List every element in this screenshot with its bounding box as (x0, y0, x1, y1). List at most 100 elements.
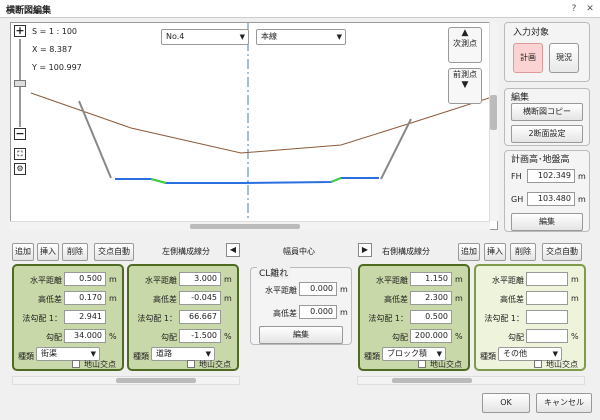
fh-field[interactable]: 102.349 (527, 169, 575, 183)
ground-intersect-label: 地山交点 (84, 360, 116, 369)
line-select[interactable]: 本線 ▼ (256, 29, 346, 45)
left-insert-button[interactable]: 挿入 (37, 243, 59, 261)
hdiff-field[interactable]: -0.045 (179, 291, 221, 305)
station-select[interactable]: No.4 ▼ (161, 29, 249, 45)
hdiff-field[interactable] (526, 291, 568, 305)
right-delete-button[interactable]: 削除 (510, 243, 536, 261)
left-panels-scroll-thumb[interactable] (116, 378, 196, 383)
ok-button[interactable]: OK (482, 393, 530, 413)
edit-group: 編集 横断図コピー 2断面設定 (504, 88, 590, 146)
current-toggle-button[interactable]: 現況 (549, 43, 579, 73)
grade-unit: % (224, 332, 232, 341)
grade-unit: % (109, 332, 117, 341)
arrow-down-icon: ▼ (461, 80, 469, 90)
height-edit-button[interactable]: 編集 (511, 213, 583, 231)
gh-unit: m (578, 195, 586, 204)
prev-station-button[interactable]: 前測点 ▼ (448, 68, 482, 104)
ground-intersect-checkbox[interactable] (418, 360, 426, 368)
hdiff-unit: m (224, 294, 232, 303)
gh-field[interactable]: 103.480 (527, 192, 575, 206)
ground-intersect-checkbox[interactable] (534, 360, 542, 368)
x-readout: X = 8.387 (32, 45, 73, 54)
hdist-field[interactable] (526, 272, 568, 286)
hdist-field[interactable]: 0.500 (64, 272, 106, 286)
cancel-button[interactable]: キャンセル (536, 393, 592, 413)
hdist-field[interactable]: 1.150 (410, 272, 452, 286)
hdiff-unit: m (455, 294, 463, 303)
hdist-field[interactable]: 3.000 (179, 272, 221, 286)
help-icon[interactable]: ? (568, 3, 580, 15)
right-section-label: 右側構成線分 (382, 247, 430, 256)
right-panels-scroll-thumb[interactable] (392, 378, 472, 383)
grade-label: 勾配 (46, 333, 62, 342)
station-value: No.4 (166, 32, 185, 41)
hdist-unit: m (109, 275, 117, 284)
next-station-button[interactable]: ▲ 次測点 (448, 27, 482, 63)
segment-panel-4: 水平距離 m 高低差 m 法勾配 1： 勾配% 種類 その他 ▼ (474, 264, 586, 371)
cl-title: CL離れ (257, 266, 291, 279)
grade-label: 勾配 (161, 333, 177, 342)
two-section-button[interactable]: 2断面設定 (511, 125, 583, 143)
input-target-title: 入力対象 (513, 28, 550, 38)
ground-intersect-label: 地山交点 (546, 360, 578, 369)
fit-view-icon[interactable]: ⛶ (14, 148, 26, 160)
edit-title: 編集 (511, 93, 530, 103)
kind-value: 街渠 (41, 349, 57, 358)
cl-edit-button[interactable]: 編集 (259, 326, 343, 344)
input-target-group: 入力対象 計画 現況 (504, 22, 590, 82)
cl-hdist-field[interactable]: 0.000 (299, 282, 337, 296)
center-label: 幅員中心 (283, 247, 315, 256)
height-title: 計画高･地盤高 (511, 155, 570, 165)
settings-gear-icon[interactable]: ⚙ (14, 163, 26, 175)
segment-panel-3: 水平距離 1.150 m 高低差 2.300 m 法勾配 1： 0.500 勾配 200.000%… (358, 264, 470, 371)
zoom-out-button[interactable]: − (14, 128, 26, 140)
hdiff-unit: m (571, 294, 579, 303)
right-auto-button[interactable]: 交点自動 (542, 243, 582, 261)
ground-intersect-checkbox[interactable] (72, 360, 80, 368)
grade-field[interactable]: 34.000 (64, 329, 106, 343)
cl-hdist-unit: m (340, 285, 348, 294)
hdist-unit: m (224, 275, 232, 284)
horizontal-scroll-thumb[interactable] (190, 224, 300, 229)
hdist-unit: m (571, 275, 579, 284)
plan-toggle-button[interactable]: 計画 (513, 43, 543, 73)
slope-field[interactable]: 2.941 (64, 310, 106, 324)
left-auto-button[interactable]: 交点自動 (94, 243, 134, 261)
hdiff-field[interactable]: 2.300 (410, 291, 452, 305)
slope-field[interactable]: 66.667 (179, 310, 221, 324)
hdist-label: 水平距離 (30, 276, 62, 285)
slope-label: 法勾配 1： (22, 314, 62, 323)
left-add-button[interactable]: 追加 (12, 243, 34, 261)
hdiff-field[interactable]: 0.170 (64, 291, 106, 305)
cross-section-drawing (30, 23, 489, 221)
slope-field[interactable]: 0.500 (410, 310, 452, 324)
kind-value: 道路 (156, 349, 172, 358)
grade-label: 勾配 (392, 333, 408, 342)
plan-segment-green-right (330, 177, 342, 183)
left-wall (78, 100, 112, 179)
left-arrow-icon[interactable]: ◀ (226, 243, 240, 257)
fh-label: FH (511, 172, 522, 181)
scale-readout: S = 1 : 100 (32, 27, 78, 36)
kind-label: 種類 (364, 352, 380, 361)
ground-intersect-checkbox[interactable] (187, 360, 195, 368)
vertical-scroll-thumb[interactable] (490, 95, 497, 130)
left-delete-button[interactable]: 削除 (62, 243, 88, 261)
hdist-unit: m (455, 275, 463, 284)
slope-field[interactable] (526, 310, 568, 324)
hdiff-unit: m (109, 294, 117, 303)
right-add-button[interactable]: 追加 (458, 243, 480, 261)
prev-station-label: 前測点 (453, 70, 477, 79)
right-insert-button[interactable]: 挿入 (484, 243, 506, 261)
close-icon[interactable]: ✕ (584, 3, 596, 15)
cl-hdiff-field[interactable]: 0.000 (299, 305, 337, 319)
copy-section-button[interactable]: 横断図コピー (511, 103, 583, 121)
slope-label: 法勾配 1： (368, 314, 408, 323)
hdist-label: 水平距離 (492, 276, 524, 285)
grade-field[interactable] (526, 329, 568, 343)
grade-field[interactable]: 200.000 (410, 329, 452, 343)
right-arrow-icon[interactable]: ▶ (358, 243, 372, 257)
zoom-slider-thumb[interactable] (14, 80, 26, 87)
grade-field[interactable]: -1.500 (179, 329, 221, 343)
zoom-in-button[interactable]: + (14, 25, 26, 37)
